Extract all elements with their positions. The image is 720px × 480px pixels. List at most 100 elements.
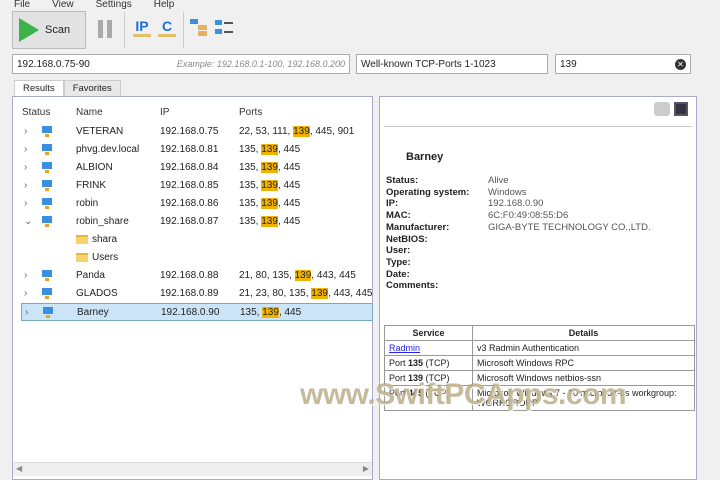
property-label: Manufacturer: [386, 221, 450, 233]
host-row[interactable]: ⌄ robin_share 192.168.0.87 135, 139, 445 [21, 213, 373, 231]
menu-help[interactable]: Help [154, 0, 175, 10]
host-ports: 135, 139, 445 [240, 307, 302, 318]
menu-view[interactable]: View [52, 0, 74, 10]
menu-bar: File View Settings Help [14, 0, 174, 10]
service-link[interactable]: Radmin [389, 343, 420, 353]
property-row: Manufacturer: GIGA-BYTE TECHNOLOGY CO.,LT… [386, 222, 651, 234]
host-row[interactable]: › VETERAN 192.168.0.75 22, 53, 111, 139,… [21, 123, 373, 141]
property-label: User: [386, 245, 411, 257]
property-label: NetBIOS: [386, 233, 428, 245]
save-icon[interactable] [674, 102, 688, 116]
port-filter-input[interactable]: 139 ✕ [555, 54, 691, 74]
host-ports: 21, 23, 80, 135, 139, 443, 445 [239, 288, 373, 299]
menu-settings[interactable]: Settings [96, 0, 132, 10]
property-label: MAC: [386, 210, 411, 222]
computer-icon [41, 216, 53, 228]
host-name: robin_share [76, 216, 129, 227]
c-button[interactable]: C [158, 18, 176, 37]
host-ip: 192.168.0.87 [160, 216, 219, 227]
property-row: Comments: [386, 280, 651, 292]
share-name: shara [92, 234, 118, 245]
clear-icon[interactable]: ✕ [675, 58, 686, 70]
host-ip: 192.168.0.86 [160, 198, 219, 209]
host-name: robin [76, 198, 99, 209]
host-ports: 135, 139, 445 [239, 216, 301, 227]
service-header: Service [384, 325, 473, 341]
chevron-right-icon[interactable]: › [25, 307, 28, 318]
host-ports: 21, 80, 135, 139, 443, 445 [239, 270, 356, 281]
host-ip: 192.168.0.90 [161, 307, 220, 318]
chevron-right-icon[interactable]: › [24, 180, 27, 191]
details-cell: v3 Radmin Authentication [472, 340, 695, 356]
property-label: IP: [386, 198, 399, 210]
host-name: FRINK [76, 180, 106, 191]
chevron-right-icon[interactable]: › [24, 198, 27, 209]
property-label: Date: [386, 268, 410, 280]
chevron-right-icon[interactable]: › [24, 144, 27, 155]
tab-favorites[interactable]: Favorites [63, 80, 121, 97]
ip-range-example: Example: 192.168.0.1-100, 192.168.0.200 [176, 59, 345, 69]
col-name[interactable]: Name [76, 107, 103, 118]
detail-panel: Barney Status: Alive Operating system: Wind… [379, 96, 697, 480]
scan-button[interactable]: Scan [12, 11, 86, 49]
host-title: Barney [406, 151, 444, 163]
property-row: MAC: 6C:F0:49:08:55:D6 [386, 210, 651, 222]
host-row[interactable]: › robin 192.168.0.86 135, 139, 445 [21, 195, 373, 213]
host-ports: 135, 139, 445 [239, 198, 301, 209]
chevron-right-icon[interactable]: › [24, 270, 27, 281]
tree-view-icon[interactable] [190, 19, 208, 37]
property-row: User: [386, 245, 651, 257]
computer-icon [41, 180, 53, 192]
menu-file[interactable]: File [14, 0, 30, 10]
property-label: Comments: [386, 280, 439, 292]
share-row[interactable]: Users [21, 249, 373, 267]
host-row[interactable]: › Panda 192.168.0.88 21, 80, 135, 139, 4… [21, 267, 373, 285]
host-name: VETERAN [76, 126, 124, 137]
host-ip: 192.168.0.89 [160, 288, 219, 299]
details-cell: Microsoft Windows RPC [472, 355, 695, 371]
ip-range-value: 192.168.0.75-90 [17, 58, 90, 70]
chevron-right-icon[interactable]: › [24, 162, 27, 173]
col-ip[interactable]: IP [160, 107, 169, 118]
tab-results[interactable]: Results [14, 80, 64, 97]
host-ip: 192.168.0.84 [160, 162, 219, 173]
property-row: Status: Alive [386, 175, 651, 187]
host-ip: 192.168.0.75 [160, 126, 219, 137]
service-cell: Port 135 (TCP) [384, 355, 473, 371]
host-row[interactable]: › GLADOS 192.168.0.89 21, 23, 80, 135, 1… [21, 285, 373, 303]
horizontal-scrollbar[interactable]: ◀ ▶ [13, 462, 372, 476]
property-label: Operating system: [386, 186, 470, 198]
chevron-right-icon[interactable]: › [24, 288, 27, 299]
port-preset-value: Well-known TCP-Ports 1-1023 [361, 58, 496, 70]
ip-range-input[interactable]: 192.168.0.75-90 Example: 192.168.0.1-100… [12, 54, 350, 74]
share-row[interactable]: shara [21, 231, 373, 249]
host-properties: Status: Alive Operating system: Windows IP: 1… [386, 175, 651, 292]
folder-icon [76, 235, 88, 244]
results-tree: Status Name IP Ports › VETERAN 192.168.0… [12, 96, 373, 480]
property-value: GIGA-BYTE TECHNOLOGY CO.,LTD. [488, 221, 651, 233]
property-row: NetBIOS: [386, 234, 651, 246]
watermark: www.SwiftPCApps.com [300, 378, 627, 411]
host-row[interactable]: › FRINK 192.168.0.85 135, 139, 445 [21, 177, 373, 195]
service-row: Radmin v3 Radmin Authentication [384, 340, 695, 356]
port-filter-value: 139 [560, 58, 577, 70]
host-row[interactable]: › ALBION 192.168.0.84 135, 139, 445 [21, 159, 373, 177]
property-row: Type: [386, 257, 651, 269]
play-icon [19, 18, 39, 42]
host-row[interactable]: › phvg.dev.local 192.168.0.81 135, 139, … [21, 141, 373, 159]
print-icon[interactable] [654, 102, 670, 116]
host-name: Panda [76, 270, 105, 281]
col-ports[interactable]: Ports [239, 107, 262, 118]
port-preset-select[interactable]: Well-known TCP-Ports 1-1023 [356, 54, 548, 74]
col-status[interactable]: Status [22, 107, 50, 118]
host-name: ALBION [76, 162, 113, 173]
host-ports: 135, 139, 445 [239, 180, 301, 191]
chevron-right-icon[interactable]: › [24, 126, 27, 137]
folder-icon [76, 253, 88, 262]
ip-button[interactable]: IP [133, 18, 151, 37]
chevron-down-icon[interactable]: ⌄ [24, 216, 32, 227]
host-row[interactable]: › Barney 192.168.0.90 135, 139, 445 [21, 303, 373, 321]
list-view-icon[interactable] [215, 19, 235, 37]
pause-button[interactable] [98, 20, 112, 38]
property-label: Status: [386, 175, 419, 186]
